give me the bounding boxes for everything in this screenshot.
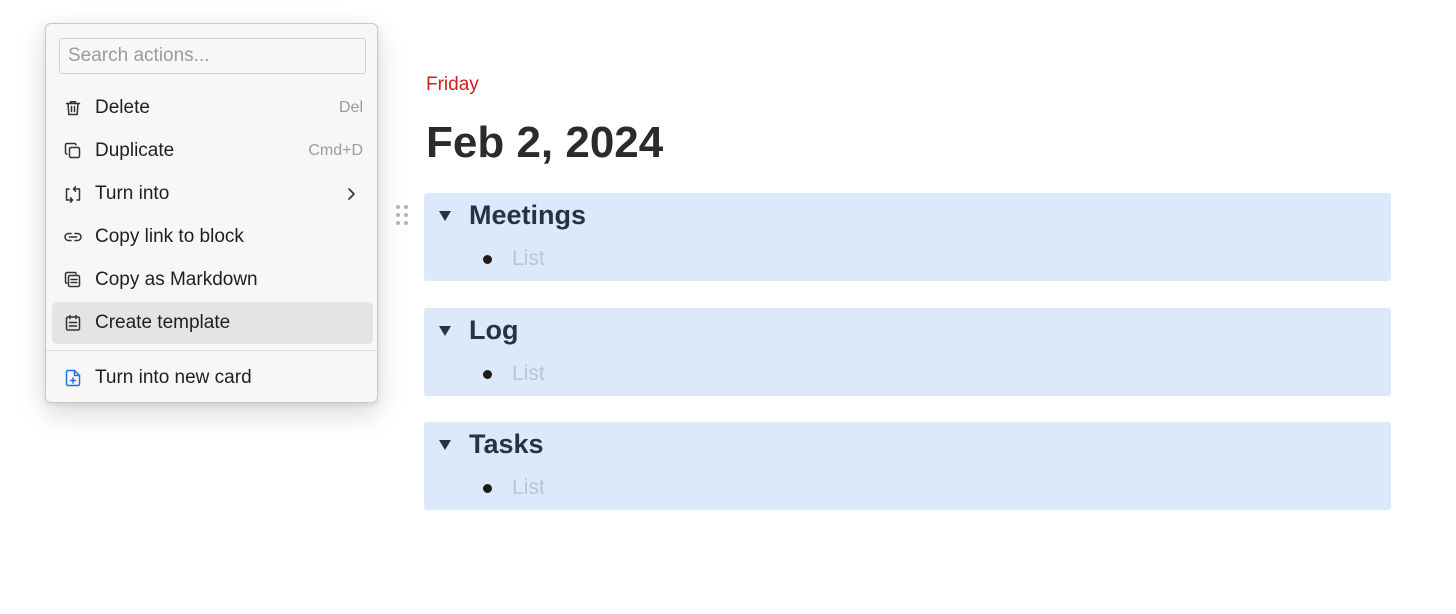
- menu-item-label: Delete: [95, 97, 150, 118]
- menu-item-copy-markdown[interactable]: Copy as Markdown: [52, 259, 373, 301]
- chevron-right-icon: [343, 186, 359, 202]
- menu-divider: [46, 350, 377, 351]
- template-icon: [63, 313, 83, 333]
- bullet-icon: [483, 370, 492, 379]
- block-heading[interactable]: Log: [469, 312, 518, 348]
- drag-handle-icon[interactable]: [394, 203, 410, 227]
- menu-item-label: Create template: [95, 312, 231, 333]
- menu-item-copy-link[interactable]: Copy link to block: [52, 216, 373, 258]
- menu-item-label: Duplicate: [95, 140, 175, 161]
- shortcut-hint: Del: [338, 99, 363, 116]
- menu-item-create-template[interactable]: Create template: [52, 302, 373, 344]
- list-placeholder[interactable]: List: [512, 475, 545, 501]
- trash-icon: [63, 98, 83, 118]
- menu-item-delete[interactable]: Delete Del: [52, 87, 373, 129]
- toggle-block-meetings: Meetings List: [424, 193, 1391, 281]
- list-placeholder[interactable]: List: [512, 361, 545, 387]
- menu-item-turn-into[interactable]: Turn into: [52, 173, 373, 215]
- bullet-icon: [483, 484, 492, 493]
- bullet-icon: [483, 255, 492, 264]
- block-heading[interactable]: Tasks: [469, 426, 544, 462]
- toggle-caret-icon[interactable]: [438, 438, 452, 450]
- menu-item-duplicate[interactable]: Duplicate Cmd+D: [52, 130, 373, 172]
- list-placeholder[interactable]: List: [512, 246, 545, 272]
- toggle-block-tasks: Tasks List: [424, 422, 1391, 510]
- menu-item-label: Turn into new card: [95, 367, 252, 388]
- search-actions-input[interactable]: [59, 38, 366, 74]
- page-title[interactable]: Feb 2, 2024: [426, 114, 663, 172]
- copy-markdown-icon: [63, 270, 83, 290]
- duplicate-icon: [63, 141, 83, 161]
- new-card-icon: [63, 368, 83, 388]
- toggle-block-log: Log List: [424, 308, 1391, 396]
- block-heading[interactable]: Meetings: [469, 197, 586, 233]
- menu-item-label: Copy link to block: [95, 226, 244, 247]
- menu-item-label: Turn into: [95, 183, 170, 204]
- shortcut-hint: Cmd+D: [308, 142, 363, 159]
- link-icon: [63, 227, 83, 247]
- block-actions-menu: Delete Del Duplicate Cmd+D Turn into: [45, 23, 378, 403]
- toggle-caret-icon[interactable]: [438, 324, 452, 336]
- day-of-week-label: Friday: [426, 74, 479, 95]
- toggle-caret-icon[interactable]: [438, 209, 452, 221]
- menu-item-label: Copy as Markdown: [95, 269, 258, 290]
- convert-icon: [63, 184, 83, 204]
- menu-item-turn-into-new-card[interactable]: Turn into new card: [52, 357, 373, 399]
